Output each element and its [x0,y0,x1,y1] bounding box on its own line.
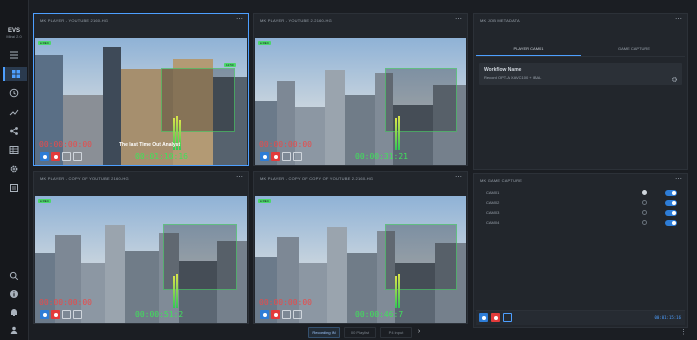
settings-button[interactable] [503,313,512,322]
chart-icon[interactable] [5,105,23,119]
status-tag: ● REC [258,41,271,45]
settings-button[interactable] [282,310,291,319]
info-icon[interactable] [5,287,23,301]
camera-toggle[interactable] [665,220,677,226]
more-icon[interactable]: ⋯ [455,173,462,181]
camera-toggle[interactable] [665,190,677,196]
capture-controls: 00:01:15:16 [476,310,685,325]
workflow-value: Record OPT-A XAVC100 + IBAL [484,75,542,80]
status-tag: ● REC [38,41,51,45]
fullscreen-button[interactable] [293,310,302,319]
fullscreen-button[interactable] [73,152,82,161]
tab-bar: PLAYER CAM01 GAME CAPTURE [476,42,685,57]
grid-icon[interactable] [3,67,27,81]
record-button[interactable] [51,152,60,161]
camera-row[interactable]: CAM02 [486,199,677,207]
timecode-in: 00:00:00:00 [259,140,312,149]
player-panel[interactable]: MK PLAYER - COPY OF COPY OF YOUTUBE 2.21… [253,171,468,324]
timecode-in: 00:00:00:00 [259,298,312,307]
player-panel[interactable]: MK PLAYER - YOUTUBE 2.2160-HG ⋯ ● REC 00… [253,13,468,166]
camera-radio[interactable] [642,220,647,225]
video-preview[interactable]: ● REC 00:00:00:00 00:00:31:21 [255,38,466,165]
player-title: MK PLAYER - COPY OF COPY OF YOUTUBE 2.21… [260,176,374,181]
camera-row[interactable]: CAM04 [486,219,677,227]
video-preview[interactable]: ● REC 00:00:00:00 00:00:46:7 [255,196,466,323]
player-panel[interactable]: MK PLAYER - COPY OF YOUTUBE 2160-HG ⋯ ● … [33,171,249,324]
video-preview[interactable]: ● REC 00:00:00:00 00:00:51:2 [35,196,247,323]
camera-button[interactable] [260,152,269,161]
player-controls [40,152,82,161]
status-tag: ● REC [258,199,271,203]
clock-icon[interactable] [5,86,23,100]
more-icon[interactable]: ⋯ [455,15,462,23]
player-title: MK PLAYER - YOUTUBE 2160-HG [40,18,109,23]
record-button[interactable] [51,310,60,319]
table-icon[interactable] [5,143,23,157]
camera-row[interactable]: CAM01 [486,189,677,197]
fullscreen-button[interactable] [293,152,302,161]
gear-icon[interactable] [671,70,678,88]
camera-row[interactable]: CAM03 [486,209,677,217]
pager-item[interactable]: P4 input [380,327,412,338]
panel-title: MK JOB METADATA [480,18,520,23]
tab-player-cam01[interactable]: PLAYER CAM01 [476,42,581,56]
timecode-in: 00:00:00:00 [39,298,92,307]
camera-radio[interactable] [642,210,647,215]
metadata-panel: MK JOB METADATA ⋯ PLAYER CAM01 GAME CAPT… [473,13,688,170]
timecode-current: 00:00:51:2 [135,310,184,319]
fullscreen-button[interactable] [73,310,82,319]
player-panel[interactable]: MK PLAYER - YOUTUBE 2160-HG ⋯ 12:50 ● RE… [33,13,249,166]
camera-radio[interactable] [642,190,647,195]
timecode-current: 00:00:46:7 [355,310,404,319]
camera-button[interactable] [40,310,49,319]
settings-button[interactable] [282,152,291,161]
player-title: MK PLAYER - COPY OF YOUTUBE 2160-HG [40,176,129,181]
bell-icon[interactable] [5,305,23,319]
timecode-in: 00:00:00:00 [39,140,92,149]
player-controls [40,310,82,319]
camera-button[interactable] [40,152,49,161]
player-controls [260,310,302,319]
more-icon[interactable]: ⋯ [675,175,682,183]
camera-toggle[interactable] [665,210,677,216]
capture-readout: 00:01:15:16 [654,315,682,320]
panel-title: MK GAME CAPTURE [480,178,523,183]
camera-toggle[interactable] [665,200,677,206]
record-button[interactable] [491,313,500,322]
sidebar: EVS Mirai 2.0 [0,0,29,340]
capture-panel: MK GAME CAPTURE ⋯ CAM01 CAM02 CAM03 CAM0… [473,173,688,328]
settings-button[interactable] [62,152,71,161]
workflow-card[interactable]: Workflow Name Record OPT-A XAVC100 + IBA… [479,63,682,85]
record-button[interactable] [271,152,280,161]
menu-icon[interactable] [5,48,23,62]
search-icon[interactable] [5,269,23,283]
badge: 12:50 [224,63,236,67]
tab-game-capture[interactable]: GAME CAPTURE [581,42,687,55]
camera-button[interactable] [260,310,269,319]
timecode-current: 00:01:10:16 [135,152,188,161]
pager-next-button[interactable]: › [414,327,424,336]
more-icon[interactable]: ⋯ [675,15,682,23]
pager-item[interactable]: 00 Playlist [344,327,376,338]
more-icon[interactable]: ⋯ [236,173,243,181]
more-icon[interactable]: ⋯ [236,15,243,23]
record-button[interactable] [271,310,280,319]
list-icon[interactable] [5,181,23,195]
camera-button[interactable] [479,313,488,322]
camera-radio[interactable] [642,200,647,205]
player-controls [260,152,302,161]
gear-icon[interactable] [5,162,23,176]
timecode-current: 00:00:31:21 [355,152,408,161]
share-icon[interactable] [5,124,23,138]
caption-overlay: The last Time Out Analyst [119,142,181,148]
workflow-name-label: Workflow Name [484,67,522,73]
player-title: MK PLAYER - YOUTUBE 2.2160-HG [260,18,332,23]
app-logo: EVS Mirai 2.0 [6,28,22,39]
more-icon[interactable]: ⋮ [680,328,687,336]
user-icon[interactable] [5,323,23,337]
status-tag: ● REC [38,199,51,203]
pager-item[interactable]: Recording IN [308,327,340,338]
video-preview[interactable]: 12:50 ● REC The last Time Out Analyst 00… [35,38,247,165]
settings-button[interactable] [62,310,71,319]
